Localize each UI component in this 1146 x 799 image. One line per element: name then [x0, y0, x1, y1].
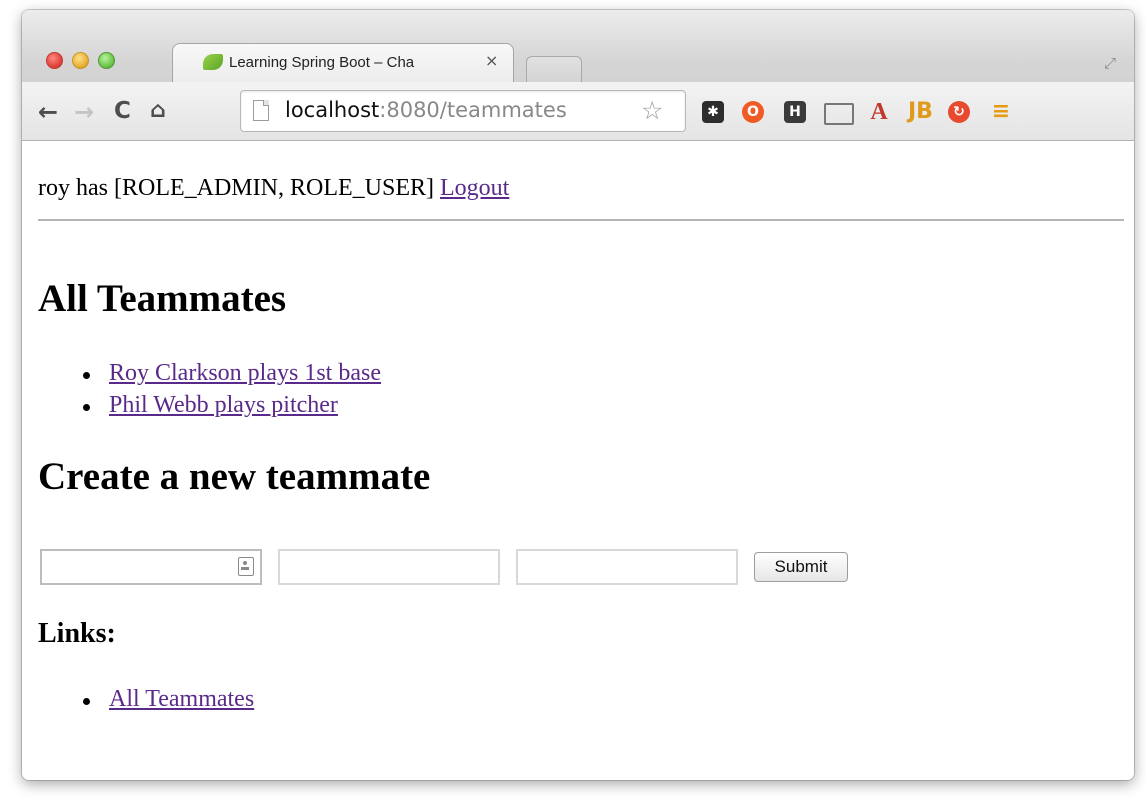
- acrobat-icon[interactable]: A: [868, 100, 890, 124]
- all-teammates-link[interactable]: All Teammates: [109, 686, 254, 713]
- spring-leaf-icon: [203, 54, 223, 70]
- close-tab-icon[interactable]: ×: [485, 51, 498, 70]
- sync-icon[interactable]: ↻: [948, 101, 970, 123]
- user-status: roy has [ROLE_ADMIN, ROLE_USER] Logout: [38, 175, 510, 201]
- back-arrow-icon[interactable]: ←: [38, 98, 58, 126]
- new-tab-button[interactable]: [526, 56, 582, 83]
- teammate-link[interactable]: Phil Webb plays pitcher: [109, 392, 338, 419]
- jetbrains-icon[interactable]: JB: [908, 101, 933, 123]
- opera-icon[interactable]: O: [742, 101, 764, 123]
- page-content: roy has [ROLE_ADMIN, ROLE_USER] Logout A…: [22, 141, 1134, 780]
- home-icon[interactable]: ⌂: [150, 98, 166, 123]
- last-name-input[interactable]: [278, 549, 500, 585]
- address-bar[interactable]: localhost:8080/teammates ☆: [240, 90, 686, 132]
- submit-button[interactable]: Submit: [754, 552, 848, 582]
- position-input[interactable]: [516, 549, 738, 585]
- create-teammate-heading: Create a new teammate: [38, 455, 431, 498]
- maximize-window-button[interactable]: [98, 52, 115, 69]
- tab-title: Learning Spring Boot – Cha: [229, 54, 415, 71]
- browser-toolbar: ← → C ⌂ localhost:8080/teammates ☆ ✱ O H…: [22, 82, 1134, 141]
- url-text[interactable]: localhost:8080/teammates: [285, 98, 567, 122]
- forward-arrow-icon[interactable]: →: [74, 98, 94, 126]
- all-teammates-heading: All Teammates: [38, 277, 287, 320]
- cast-icon[interactable]: [824, 103, 854, 125]
- reload-icon[interactable]: C: [114, 98, 131, 124]
- fullscreen-icon[interactable]: ⤢: [1104, 54, 1116, 72]
- bullet-icon: [83, 404, 90, 411]
- close-window-button[interactable]: [46, 52, 63, 69]
- teammate-link[interactable]: Roy Clarkson plays 1st base: [109, 360, 381, 387]
- browser-window: Learning Spring Boot – Cha × ⤢ ← → C ⌂ l…: [22, 10, 1134, 780]
- h-icon[interactable]: H: [784, 101, 806, 123]
- menu-icon[interactable]: ≡: [990, 101, 1012, 123]
- minimize-window-button[interactable]: [72, 52, 89, 69]
- contact-card-icon[interactable]: [238, 557, 254, 576]
- bullet-icon: [83, 372, 90, 379]
- page-icon: [253, 100, 269, 121]
- first-name-input[interactable]: [40, 549, 262, 585]
- slack-icon[interactable]: ✱: [702, 101, 724, 123]
- links-heading: Links:: [38, 618, 116, 649]
- bookmark-star-icon[interactable]: ☆: [641, 96, 663, 125]
- divider: [38, 219, 1124, 221]
- logout-link[interactable]: Logout: [440, 175, 509, 201]
- bullet-icon: [83, 698, 90, 705]
- browser-tab[interactable]: Learning Spring Boot – Cha ×: [172, 43, 514, 82]
